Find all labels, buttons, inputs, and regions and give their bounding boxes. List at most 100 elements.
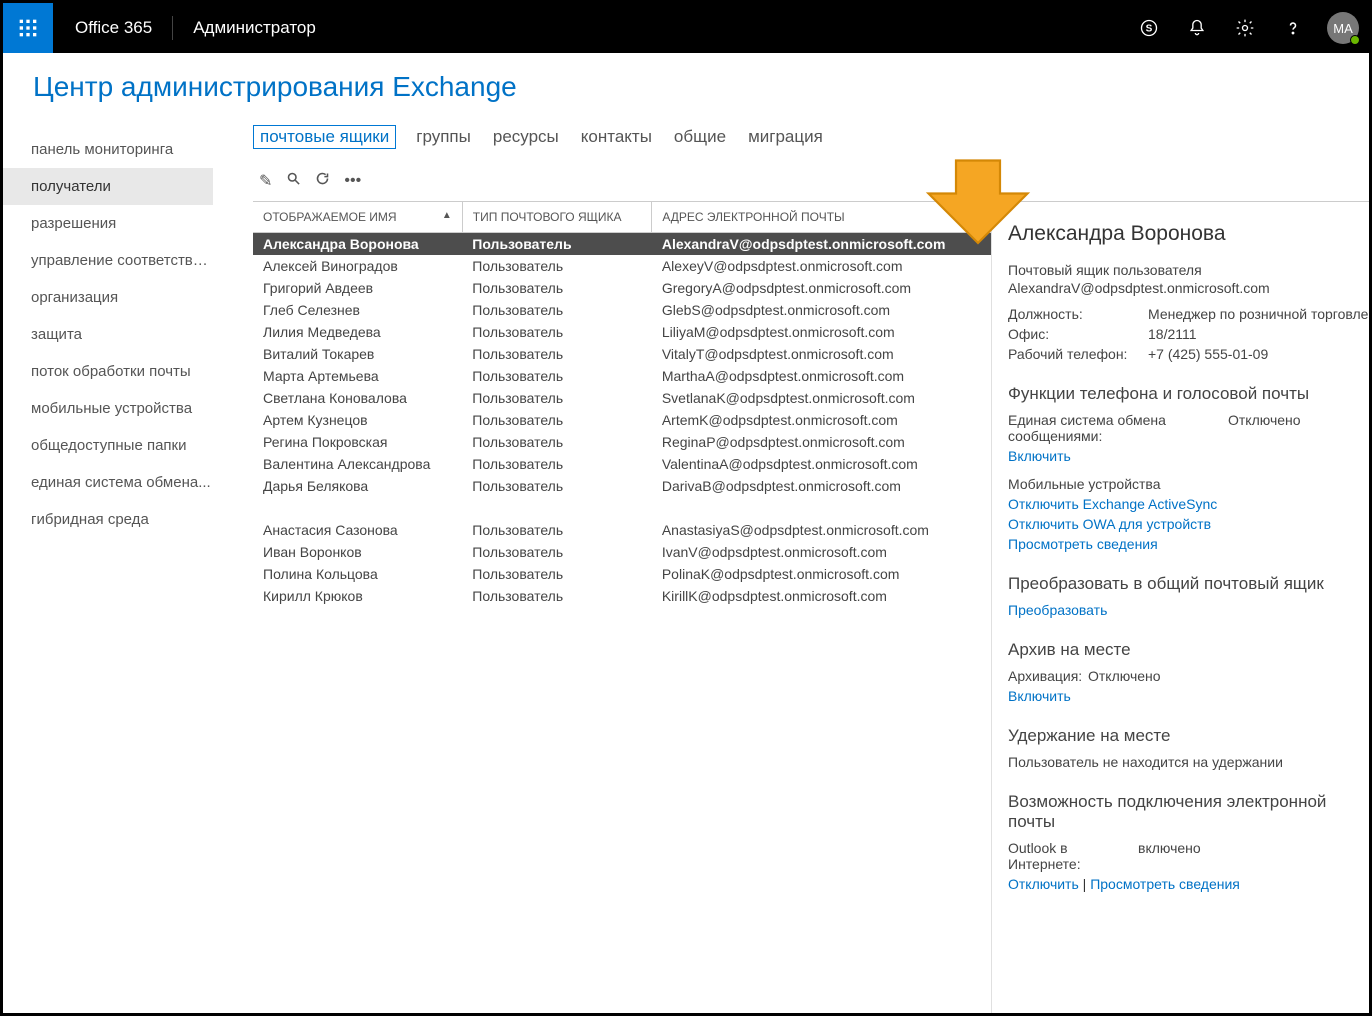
table-row[interactable]: Марта АртемьеваПользовательMarthaA@odpsd… — [253, 365, 991, 387]
phone-label: Рабочий телефон: — [1008, 346, 1148, 362]
sidebar-item-6[interactable]: поток обработки почты — [3, 353, 213, 390]
cell-name: Полина Кольцова — [253, 563, 462, 585]
settings-icon[interactable] — [1221, 3, 1269, 53]
skype-icon[interactable]: S — [1125, 3, 1173, 53]
table-row[interactable]: Лилия МедведеваПользовательLiliyaM@odpsd… — [253, 321, 991, 343]
cell-email: SvetlanaK@odpsdptest.onmicrosoft.com — [652, 387, 991, 409]
table-row[interactable]: Виталий ТокаревПользовательVitalyT@odpsd… — [253, 343, 991, 365]
tab-1[interactable]: группы — [414, 125, 473, 149]
cell-email: ReginaP@odpsdptest.onmicrosoft.com — [652, 431, 991, 453]
tab-4[interactable]: общие — [672, 125, 728, 149]
cell-type: Пользователь — [462, 343, 652, 365]
table-row[interactable]: Регина ПокровскаяПользовательReginaP@odp… — [253, 431, 991, 453]
user-avatar[interactable]: MA — [1327, 12, 1359, 44]
mobile-devices-heading: Мобильные устройства — [1008, 476, 1369, 492]
tab-5[interactable]: миграция — [746, 125, 825, 149]
edit-icon[interactable]: ✎ — [259, 171, 272, 191]
tab-2[interactable]: ресурсы — [491, 125, 561, 149]
table-row[interactable]: Анастасия СазоноваПользовательAnastasiya… — [253, 519, 991, 541]
sidebar-item-9[interactable]: единая система обмена... — [3, 464, 213, 501]
sidebar-item-2[interactable]: разрешения — [3, 205, 213, 242]
svg-text:S: S — [1146, 23, 1153, 34]
cell-type: Пользователь — [462, 365, 652, 387]
sidebar-item-1[interactable]: получатели — [3, 168, 213, 205]
arrow-annotation-icon — [923, 149, 1033, 252]
top-bar: Office 365 Администратор S MA — [3, 3, 1369, 53]
cell-email: ValentinaA@odpsdptest.onmicrosoft.com — [652, 453, 991, 475]
sidebar-item-0[interactable]: панель мониторинга — [3, 131, 213, 168]
cell-type: Пользователь — [462, 277, 652, 299]
connect-heading: Возможность подключения электронной почт… — [1008, 792, 1369, 832]
mailbox-table: ОТОБРАЖАЕМОЕ ИМЯ▲ТИП ПОЧТОВОГО ЯЩИКААДРЕ… — [253, 201, 991, 1013]
owa-view-details-link[interactable]: Просмотреть сведения — [1090, 876, 1240, 892]
title-value: Менеджер по розничной торговле — [1148, 306, 1368, 322]
archive-value: Отключено — [1088, 668, 1161, 684]
cell-email: AnastasiyaS@odpsdptest.onmicrosoft.com — [652, 519, 991, 541]
disable-owa-link[interactable]: Отключить OWA для устройств — [1008, 516, 1369, 532]
cell-type: Пользователь — [462, 387, 652, 409]
table-row[interactable]: Артем КузнецовПользовательArtemK@odpsdpt… — [253, 409, 991, 431]
table-row[interactable]: Иван ВоронковПользовательIvanV@odpsdptes… — [253, 541, 991, 563]
table-row[interactable]: Дарья БеляковаПользовательDarivaB@odpsdp… — [253, 475, 991, 497]
notifications-icon[interactable] — [1173, 3, 1221, 53]
sort-asc-icon: ▲ — [442, 210, 452, 221]
archive-heading: Архив на месте — [1008, 640, 1369, 660]
mailbox-type: Почтовый ящик пользователя — [1008, 262, 1369, 278]
table-row[interactable]: Светлана КоноваловаПользовательSvetlanaK… — [253, 387, 991, 409]
tab-0[interactable]: почтовые ящики — [253, 125, 396, 149]
toolbar: ✎ ••• — [253, 171, 1369, 191]
convert-heading: Преобразовать в общий почтовый ящик — [1008, 574, 1369, 594]
hold-heading: Удержание на месте — [1008, 726, 1369, 746]
cell-email: GregoryA@odpsdptest.onmicrosoft.com — [652, 277, 991, 299]
cell-type: Пользователь — [462, 233, 652, 256]
search-icon[interactable] — [286, 171, 301, 191]
cell-email: PolinaK@odpsdptest.onmicrosoft.com — [652, 563, 991, 585]
um-enable-link[interactable]: Включить — [1008, 448, 1369, 464]
office-value: 18/2111 — [1148, 326, 1197, 342]
cell-name: Виталий Токарев — [253, 343, 462, 365]
title-label: Должность: — [1008, 306, 1148, 322]
cell-email: IvanV@odpsdptest.onmicrosoft.com — [652, 541, 991, 563]
tab-3[interactable]: контакты — [579, 125, 654, 149]
sidebar-item-10[interactable]: гибридная среда — [3, 501, 213, 538]
convert-link[interactable]: Преобразовать — [1008, 602, 1369, 618]
view-details-link[interactable]: Просмотреть сведения — [1008, 536, 1369, 552]
um-value: Отключено — [1228, 412, 1301, 444]
owa-disable-link[interactable]: Отключить — [1008, 876, 1079, 892]
owa-label: Outlook в Интернете: — [1008, 840, 1138, 872]
cell-name: Артем Кузнецов — [253, 409, 462, 431]
sidebar-item-7[interactable]: мобильные устройства — [3, 390, 213, 427]
table-row — [253, 497, 991, 519]
archive-label: Архивация: — [1008, 668, 1088, 684]
table-row[interactable]: Валентина АлександроваПользовательValent… — [253, 453, 991, 475]
owa-value: включено — [1138, 840, 1201, 872]
phone-voicemail-heading: Функции телефона и голосовой почты — [1008, 384, 1369, 404]
table-row[interactable]: Алексей ВиноградовПользовательAlexeyV@od… — [253, 255, 991, 277]
column-header-0[interactable]: ОТОБРАЖАЕМОЕ ИМЯ▲ — [253, 202, 462, 233]
page-title: Центр администрирования Exchange — [3, 53, 1369, 111]
table-row[interactable]: Полина КольцоваПользовательPolinaK@odpsd… — [253, 563, 991, 585]
details-pane: Александра Воронова Почтовый ящик пользо… — [991, 201, 1369, 1013]
disable-activesync-link[interactable]: Отключить Exchange ActiveSync — [1008, 496, 1369, 512]
sidebar-item-8[interactable]: общедоступные папки — [3, 427, 213, 464]
cell-type: Пользователь — [462, 431, 652, 453]
refresh-icon[interactable] — [315, 171, 330, 191]
table-row[interactable]: Александра ВороноваПользовательAlexandra… — [253, 233, 991, 256]
app-launcher-button[interactable] — [3, 3, 53, 53]
sidebar-item-3[interactable]: управление соответстви... — [3, 242, 213, 279]
tabs: почтовые ящики группы ресурсы контакты общие… — [253, 125, 1369, 149]
cell-type: Пользователь — [462, 409, 652, 431]
sidebar-item-5[interactable]: защита — [3, 316, 213, 353]
cell-type: Пользователь — [462, 519, 652, 541]
more-icon[interactable]: ••• — [344, 172, 361, 190]
table-row[interactable]: Глеб СелезневПользовательGlebS@odpsdptes… — [253, 299, 991, 321]
table-row[interactable]: Григорий АвдеевПользовательGregoryA@odps… — [253, 277, 991, 299]
cell-name: Иван Воронков — [253, 541, 462, 563]
cell-name: Алексей Виноградов — [253, 255, 462, 277]
help-icon[interactable] — [1269, 3, 1317, 53]
table-row[interactable]: Кирилл КрюковПользовательKirillK@odpsdpt… — [253, 585, 991, 607]
archive-enable-link[interactable]: Включить — [1008, 688, 1369, 704]
presence-indicator-icon — [1350, 35, 1360, 45]
sidebar-item-4[interactable]: организация — [3, 279, 213, 316]
column-header-1[interactable]: ТИП ПОЧТОВОГО ЯЩИКА — [462, 202, 652, 233]
